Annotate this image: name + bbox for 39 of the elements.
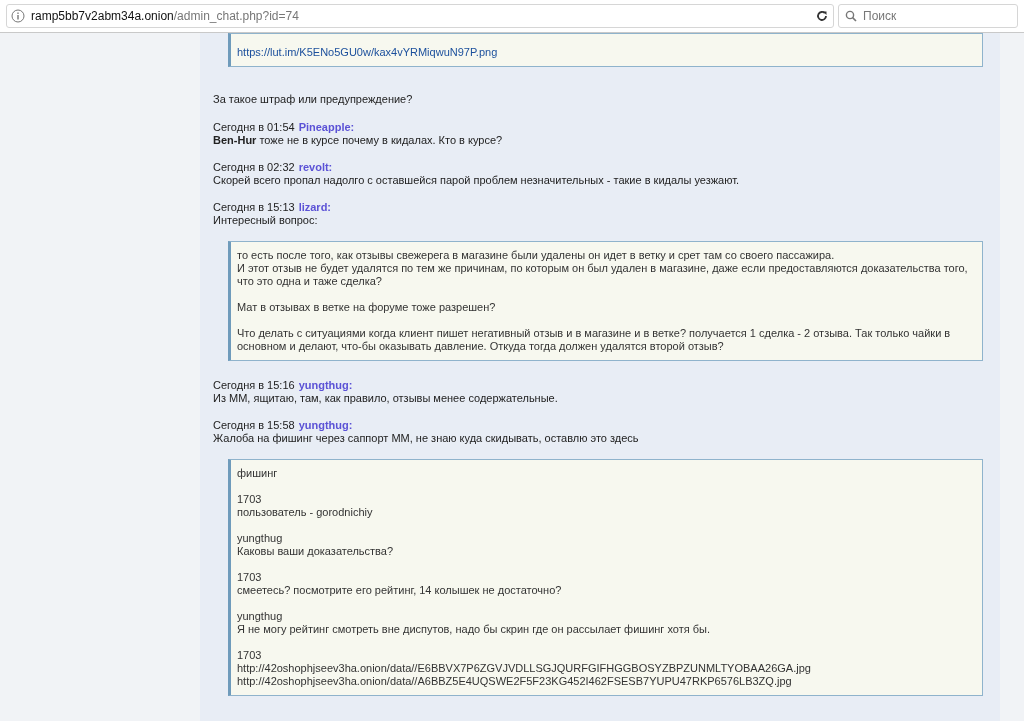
quote-line: фишинг	[237, 467, 279, 480]
author-link[interactable]: yungthug:	[298, 419, 353, 432]
message-text: Скорей всего пропал надолго с оставшейся парой проблем незначительных - такие в кидалы уезжают.	[213, 174, 741, 187]
quote-line: yungthug	[237, 610, 284, 623]
quote-line: пользователь - gorodnichiy	[237, 506, 374, 519]
author-link[interactable]: lizard:	[298, 201, 332, 214]
quote-line: И этот отзыв не будет удалятся по тем же причинам, по которым он был удален в магазине, даже если предоставляются доказательства того, что это одна и таже сделка?	[237, 262, 969, 288]
quote-line: Мат в отзывах в ветке на форуме тоже разрешен?	[237, 301, 497, 314]
author-link[interactable]: revolt:	[298, 161, 333, 174]
author-link[interactable]: Pineapple:	[298, 121, 355, 134]
quote-line: то есть после того, как отзывы свежерега в магазине были удалены он идет в ветку и срет там со своего пассажира.	[237, 249, 836, 262]
quote-line: Каковы ваши доказательства?	[237, 545, 395, 558]
quote-line: 1703	[237, 493, 263, 506]
message-text: Интересный вопрос:	[213, 214, 319, 227]
quote-line: http://42oshophjseev3ha.onion/data//E6BBVX7P6ZGVJVDLLSGJQURFGIFHGGBOSYZBPZUNMLTYOBAA26GA.jpg	[237, 662, 812, 675]
message-time: Сегодня в 01:54	[213, 121, 295, 134]
message-time: Сегодня в 15:58	[213, 419, 295, 432]
address-bar[interactable]: ramp5bb7v2abm34a.onion/admin_chat.php?id=74	[6, 4, 834, 28]
message-text: Ben-Hur тоже не в курсе почему в кидалах. Кто в курсе?	[213, 134, 504, 147]
message-time: Сегодня в 15:13	[213, 201, 295, 214]
quote-line: http://42oshophjseev3ha.onion/data//A6BBZ5E4UQSWE2F5F23KG452I462FSESB7YUPU47RKP6576LB3ZQ.jpg	[237, 675, 793, 688]
message-text: Жалоба на фишинг через саппорт ММ, не знаю куда скидывать, оставлю это здесь	[213, 432, 640, 445]
quote-line: Я не могу рейтинг смотреть вне диспутов, надо бы скрин где он рассылает фишинг хотя бы.	[237, 623, 711, 636]
quote-link[interactable]: https://lut.im/K5ENo5GU0w/kax4vYRMiqwuN97P.png	[237, 46, 976, 59]
message-text: Из ММ, ящитаю, там, как правило, отзывы менее содержательные.	[213, 392, 559, 405]
quote-line: Что делать с ситуациями когда клиент пишет негативный отзыв и в магазине и в ветке? получается 1 сделка - 2 отзыва. Так только чайки в основном и делают, что-бы оказывать давление. Откуда тогда должен удалятся второй отзыв?	[237, 327, 952, 353]
reload-icon[interactable]	[815, 9, 829, 23]
author-link[interactable]: yungthug:	[298, 379, 353, 392]
search-icon	[845, 10, 857, 22]
message-time: Сегодня в 02:32	[213, 161, 295, 174]
url-text: ramp5bb7v2abm34a.onion/admin_chat.php?id=74	[31, 9, 299, 23]
info-icon[interactable]	[11, 9, 25, 23]
quote-line: 1703	[237, 649, 263, 662]
message-text: За такое штраф или предупреждение?	[213, 93, 414, 106]
quote-line: yungthug	[237, 532, 284, 545]
search-field[interactable]: Поиск	[838, 4, 1018, 28]
quote-line: смеетесь? посмотрите его рейтинг, 14 колышек не достаточно?	[237, 584, 563, 597]
quote-line: 1703	[237, 571, 263, 584]
message-time: Сегодня в 15:16	[213, 379, 295, 392]
